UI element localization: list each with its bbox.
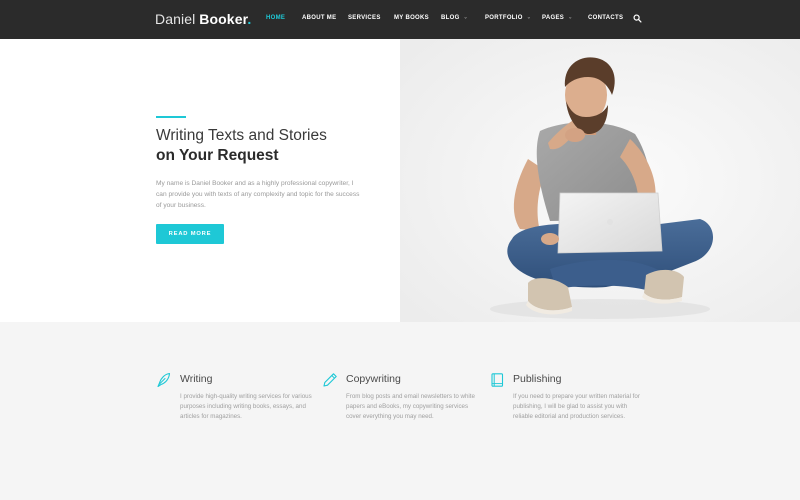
chevron-down-icon: ⌄ xyxy=(463,14,469,21)
service-title: Writing xyxy=(180,373,213,385)
hero-description: My name is Daniel Booker and as a highly… xyxy=(156,180,360,209)
read-more-button[interactable]: READ MORE xyxy=(156,224,224,244)
nav-item-pages[interactable]: PAGES ⌄ xyxy=(542,14,573,22)
top-navigation-bar: Daniel Booker. HOME ABOUT ME SERVICES MY… xyxy=(0,0,800,39)
search-icon[interactable] xyxy=(633,14,642,23)
pen-icon xyxy=(323,373,337,387)
hero-title-line-1: Writing Texts and Stories xyxy=(156,127,327,144)
man-with-laptop-photo xyxy=(400,39,800,322)
logo-first-name: Daniel xyxy=(155,11,196,27)
hero-photo-panel xyxy=(400,39,800,322)
site-logo[interactable]: Daniel Booker. xyxy=(155,11,251,27)
chevron-down-icon: ⌄ xyxy=(526,14,532,21)
nav-item-portfolio[interactable]: PORTFOLIO ⌄ xyxy=(485,14,532,22)
nav-item-pages-label: PAGES xyxy=(542,15,565,21)
nav-item-portfolio-label: PORTFOLIO xyxy=(485,15,523,21)
book-icon xyxy=(491,373,504,387)
logo-dot: . xyxy=(247,11,252,27)
nav-item-about-me[interactable]: ABOUT ME xyxy=(302,15,336,21)
service-description: I provide high-quality writing services … xyxy=(180,393,312,420)
nav-item-services[interactable]: SERVICES xyxy=(348,15,381,21)
nav-item-my-books[interactable]: MY BOOKS xyxy=(394,15,429,21)
hero-title-line-2: on Your Request xyxy=(156,147,279,164)
quill-icon xyxy=(157,372,171,388)
service-title: Publishing xyxy=(513,373,562,385)
accent-divider xyxy=(156,116,186,118)
nav-item-blog-label: BLOG xyxy=(441,15,460,21)
nav-item-home[interactable]: HOME xyxy=(266,15,285,21)
chevron-down-icon: ⌄ xyxy=(568,14,573,21)
logo-last-name: Booker xyxy=(199,11,248,27)
service-description: From blog posts and email newsletters to… xyxy=(346,393,475,420)
service-description: If you need to prepare your written mate… xyxy=(513,393,640,420)
service-title: Copywriting xyxy=(346,373,401,385)
nav-item-blog[interactable]: BLOG ⌄ xyxy=(441,14,469,22)
nav-item-contacts[interactable]: CONTACTS xyxy=(588,15,623,21)
